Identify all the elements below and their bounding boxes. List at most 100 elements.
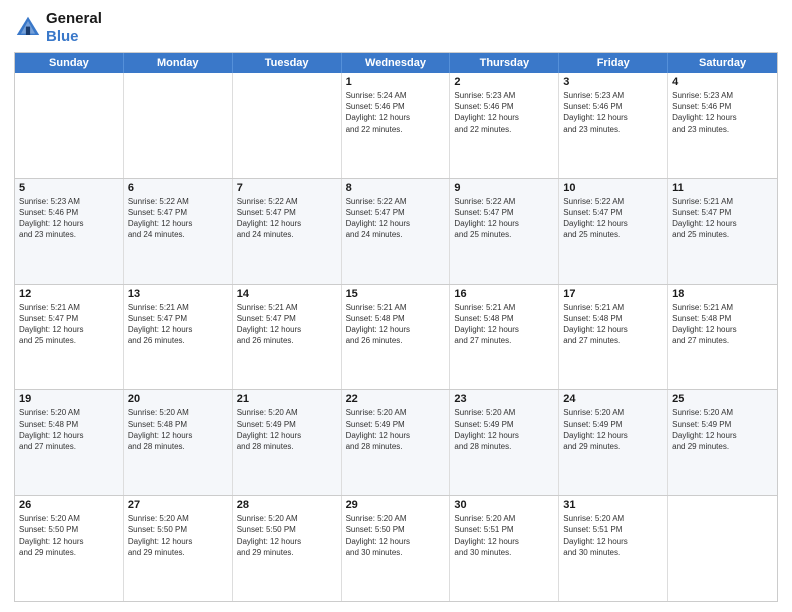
day-cell-2: 2 Sunrise: 5:23 AM Sunset: 5:46 PM Daylig…: [450, 73, 559, 178]
day-number: 29: [346, 499, 446, 511]
day-number: 28: [237, 499, 337, 511]
week-row-5: 26 Sunrise: 5:20 AM Sunset: 5:50 PM Dayli…: [15, 495, 777, 601]
day-info: Sunrise: 5:21 AM Sunset: 5:47 PM Dayligh…: [19, 302, 119, 347]
day-number: 26: [19, 499, 119, 511]
day-number: 5: [19, 182, 119, 194]
day-number: 3: [563, 76, 663, 88]
day-number: 10: [563, 182, 663, 194]
day-cell-9: 9 Sunrise: 5:22 AM Sunset: 5:47 PM Daylig…: [450, 179, 559, 284]
day-cell-5: 5 Sunrise: 5:23 AM Sunset: 5:46 PM Daylig…: [15, 179, 124, 284]
day-number: 21: [237, 393, 337, 405]
day-info: Sunrise: 5:20 AM Sunset: 5:49 PM Dayligh…: [237, 407, 337, 452]
day-number: 2: [454, 76, 554, 88]
day-info: Sunrise: 5:22 AM Sunset: 5:47 PM Dayligh…: [128, 196, 228, 241]
day-cell-29: 29 Sunrise: 5:20 AM Sunset: 5:50 PM Dayli…: [342, 496, 451, 601]
day-info: Sunrise: 5:21 AM Sunset: 5:47 PM Dayligh…: [128, 302, 228, 347]
day-number: 19: [19, 393, 119, 405]
day-header-sunday: Sunday: [15, 53, 124, 73]
logo: General Blue: [14, 10, 102, 46]
day-number: 17: [563, 288, 663, 300]
day-number: 15: [346, 288, 446, 300]
day-cell-28: 28 Sunrise: 5:20 AM Sunset: 5:50 PM Dayli…: [233, 496, 342, 601]
day-info: Sunrise: 5:20 AM Sunset: 5:49 PM Dayligh…: [454, 407, 554, 452]
logo-icon: [14, 14, 42, 42]
day-cell-14: 14Sunrise: 5:21 AM Sunset: 5:47 PM Dayli…: [233, 285, 342, 390]
day-cell-7: 7 Sunrise: 5:22 AM Sunset: 5:47 PM Daylig…: [233, 179, 342, 284]
day-header-friday: Friday: [559, 53, 668, 73]
day-info: Sunrise: 5:20 AM Sunset: 5:49 PM Dayligh…: [346, 407, 446, 452]
day-info: Sunrise: 5:20 AM Sunset: 5:50 PM Dayligh…: [19, 513, 119, 558]
day-info: Sunrise: 5:20 AM Sunset: 5:51 PM Dayligh…: [563, 513, 663, 558]
day-info: Sunrise: 5:21 AM Sunset: 5:47 PM Dayligh…: [672, 196, 773, 241]
day-headers: SundayMondayTuesdayWednesdayThursdayFrid…: [15, 53, 777, 73]
day-cell-3: 3 Sunrise: 5:23 AM Sunset: 5:46 PM Daylig…: [559, 73, 668, 178]
day-number: 22: [346, 393, 446, 405]
day-number: 23: [454, 393, 554, 405]
day-info: Sunrise: 5:20 AM Sunset: 5:49 PM Dayligh…: [672, 407, 773, 452]
day-info: Sunrise: 5:21 AM Sunset: 5:48 PM Dayligh…: [454, 302, 554, 347]
day-info: Sunrise: 5:23 AM Sunset: 5:46 PM Dayligh…: [19, 196, 119, 241]
day-info: Sunrise: 5:22 AM Sunset: 5:47 PM Dayligh…: [454, 196, 554, 241]
day-number: 31: [563, 499, 663, 511]
day-cell-11: 11 Sunrise: 5:21 AM Sunset: 5:47 PM Dayli…: [668, 179, 777, 284]
day-cell-17: 17 Sunrise: 5:21 AM Sunset: 5:48 PM Dayli…: [559, 285, 668, 390]
day-cell-21: 21 Sunrise: 5:20 AM Sunset: 5:49 PM Dayli…: [233, 390, 342, 495]
calendar: SundayMondayTuesdayWednesdayThursdayFrid…: [14, 52, 778, 602]
day-info: Sunrise: 5:20 AM Sunset: 5:50 PM Dayligh…: [346, 513, 446, 558]
day-number: 7: [237, 182, 337, 194]
calendar-body: 1 Sunrise: 5:24 AM Sunset: 5:46 PM Daylig…: [15, 73, 777, 601]
week-row-3: 12Sunrise: 5:21 AM Sunset: 5:47 PM Dayli…: [15, 284, 777, 390]
day-number: 1: [346, 76, 446, 88]
day-number: 8: [346, 182, 446, 194]
day-info: Sunrise: 5:20 AM Sunset: 5:49 PM Dayligh…: [563, 407, 663, 452]
day-cell-6: 6Sunrise: 5:22 AM Sunset: 5:47 PM Daylig…: [124, 179, 233, 284]
logo-text: General Blue: [46, 10, 102, 46]
day-cell-18: 18Sunrise: 5:21 AM Sunset: 5:48 PM Dayli…: [668, 285, 777, 390]
empty-cell: [15, 73, 124, 178]
day-info: Sunrise: 5:22 AM Sunset: 5:47 PM Dayligh…: [346, 196, 446, 241]
day-info: Sunrise: 5:20 AM Sunset: 5:48 PM Dayligh…: [19, 407, 119, 452]
day-info: Sunrise: 5:23 AM Sunset: 5:46 PM Dayligh…: [454, 90, 554, 135]
day-info: Sunrise: 5:21 AM Sunset: 5:48 PM Dayligh…: [563, 302, 663, 347]
day-cell-12: 12Sunrise: 5:21 AM Sunset: 5:47 PM Dayli…: [15, 285, 124, 390]
day-number: 27: [128, 499, 228, 511]
day-cell-4: 4 Sunrise: 5:23 AM Sunset: 5:46 PM Daylig…: [668, 73, 777, 178]
day-info: Sunrise: 5:20 AM Sunset: 5:50 PM Dayligh…: [237, 513, 337, 558]
day-cell-22: 22 Sunrise: 5:20 AM Sunset: 5:49 PM Dayli…: [342, 390, 451, 495]
day-info: Sunrise: 5:22 AM Sunset: 5:47 PM Dayligh…: [563, 196, 663, 241]
empty-cell: [233, 73, 342, 178]
day-number: 9: [454, 182, 554, 194]
day-cell-10: 10 Sunrise: 5:22 AM Sunset: 5:47 PM Dayli…: [559, 179, 668, 284]
day-number: 14: [237, 288, 337, 300]
day-info: Sunrise: 5:22 AM Sunset: 5:47 PM Dayligh…: [237, 196, 337, 241]
day-info: Sunrise: 5:24 AM Sunset: 5:46 PM Dayligh…: [346, 90, 446, 135]
day-header-monday: Monday: [124, 53, 233, 73]
week-row-4: 19 Sunrise: 5:20 AM Sunset: 5:48 PM Dayli…: [15, 389, 777, 495]
page: General Blue SundayMondayTuesdayWednesda…: [0, 0, 792, 612]
day-number: 16: [454, 288, 554, 300]
empty-cell: [668, 496, 777, 601]
day-info: Sunrise: 5:23 AM Sunset: 5:46 PM Dayligh…: [672, 90, 773, 135]
day-info: Sunrise: 5:23 AM Sunset: 5:46 PM Dayligh…: [563, 90, 663, 135]
day-number: 13: [128, 288, 228, 300]
day-number: 20: [128, 393, 228, 405]
day-cell-31: 31 Sunrise: 5:20 AM Sunset: 5:51 PM Dayli…: [559, 496, 668, 601]
day-info: Sunrise: 5:21 AM Sunset: 5:48 PM Dayligh…: [672, 302, 773, 347]
day-cell-30: 30Sunrise: 5:20 AM Sunset: 5:51 PM Dayli…: [450, 496, 559, 601]
day-cell-16: 16 Sunrise: 5:21 AM Sunset: 5:48 PM Dayli…: [450, 285, 559, 390]
day-info: Sunrise: 5:21 AM Sunset: 5:48 PM Dayligh…: [346, 302, 446, 347]
week-row-1: 1 Sunrise: 5:24 AM Sunset: 5:46 PM Daylig…: [15, 73, 777, 178]
day-header-tuesday: Tuesday: [233, 53, 342, 73]
day-cell-13: 13 Sunrise: 5:21 AM Sunset: 5:47 PM Dayli…: [124, 285, 233, 390]
empty-cell: [124, 73, 233, 178]
day-cell-23: 23 Sunrise: 5:20 AM Sunset: 5:49 PM Dayli…: [450, 390, 559, 495]
day-cell-25: 25Sunrise: 5:20 AM Sunset: 5:49 PM Dayli…: [668, 390, 777, 495]
day-cell-1: 1 Sunrise: 5:24 AM Sunset: 5:46 PM Daylig…: [342, 73, 451, 178]
day-header-saturday: Saturday: [668, 53, 777, 73]
week-row-2: 5 Sunrise: 5:23 AM Sunset: 5:46 PM Daylig…: [15, 178, 777, 284]
day-number: 11: [672, 182, 773, 194]
day-number: 24: [563, 393, 663, 405]
day-header-wednesday: Wednesday: [342, 53, 451, 73]
day-cell-15: 15 Sunrise: 5:21 AM Sunset: 5:48 PM Dayli…: [342, 285, 451, 390]
day-number: 4: [672, 76, 773, 88]
